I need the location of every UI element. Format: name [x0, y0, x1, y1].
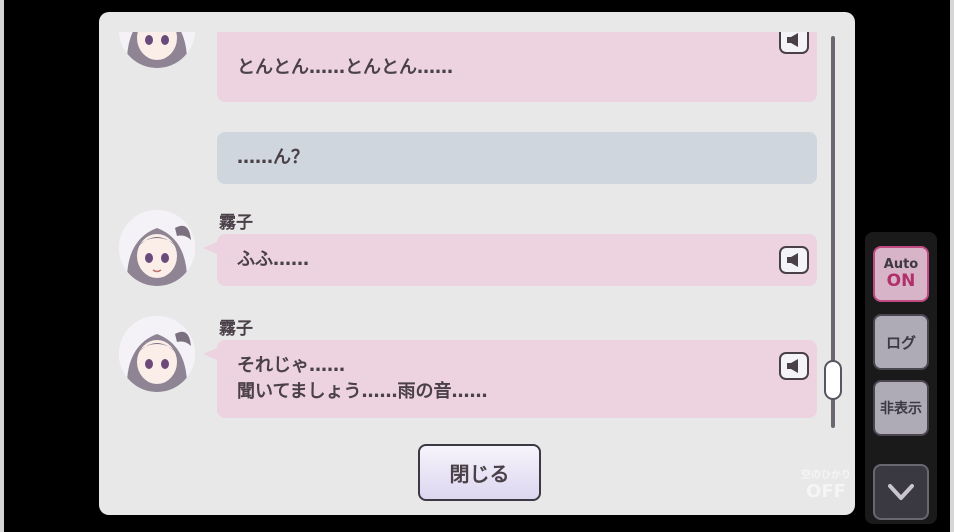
log-button[interactable]: ログ [873, 314, 929, 370]
frame-right [950, 0, 954, 532]
speaker-icon [787, 359, 798, 373]
log-entry: ……ん？ [99, 132, 829, 184]
character-avatar [119, 210, 195, 286]
log-entry: とんとん……とんとん…… [99, 32, 829, 102]
scrollbar-thumb[interactable] [824, 360, 842, 400]
character-avatar [119, 32, 195, 68]
hide-button[interactable]: 非表示 [873, 380, 929, 436]
watermark-small: 空のひかり [801, 470, 851, 481]
voice-replay-button[interactable] [779, 352, 809, 380]
close-button[interactable]: 閉じる [418, 444, 541, 501]
log-entry: 霧子 それじゃ…… 聞いてましょう……雨の音…… [99, 314, 829, 424]
watermark-logo: 空のひかり OFF [798, 462, 854, 512]
side-menu: Auto ON ログ 非表示 [865, 232, 937, 524]
voice-replay-button[interactable] [779, 246, 809, 274]
speaker-name: 霧子 [219, 319, 253, 339]
narration-line: ……ん？ [237, 147, 309, 168]
collapse-button[interactable] [873, 464, 929, 520]
dialogue-bubble: それじゃ…… 聞いてましょう……雨の音…… [203, 340, 817, 418]
auto-button[interactable]: Auto ON [873, 246, 929, 302]
frame-left [0, 0, 4, 532]
speaker-icon [787, 33, 798, 47]
dialogue-line: ふふ…… [237, 249, 309, 270]
backlog-list[interactable]: とんとん……とんとん…… ……ん？ 霧子 ふふ…… 霧子 それじゃ…… 聞いてま… [99, 32, 829, 442]
dialogue-bubble: ふふ…… [203, 234, 817, 286]
watermark-big: OFF [806, 481, 846, 502]
narration-bubble: ……ん？ [217, 132, 817, 184]
backlog-panel: とんとん……とんとん…… ……ん？ 霧子 ふふ…… 霧子 それじゃ…… 聞いてま… [99, 12, 855, 515]
auto-state: ON [886, 271, 916, 291]
dialogue-line: 聞いてましょう……雨の音…… [237, 381, 488, 402]
dialogue-line: とんとん……とんとん…… [237, 57, 453, 78]
character-avatar [119, 316, 195, 392]
dialogue-line: それじゃ…… [237, 355, 345, 376]
dialogue-bubble: とんとん……とんとん…… [217, 32, 817, 102]
speaker-icon [787, 253, 798, 267]
log-entry: 霧子 ふふ…… [99, 208, 829, 300]
speaker-name: 霧子 [219, 213, 253, 233]
chevron-down-icon [888, 484, 914, 500]
auto-label: Auto [883, 257, 919, 272]
voice-replay-button[interactable] [779, 32, 809, 54]
